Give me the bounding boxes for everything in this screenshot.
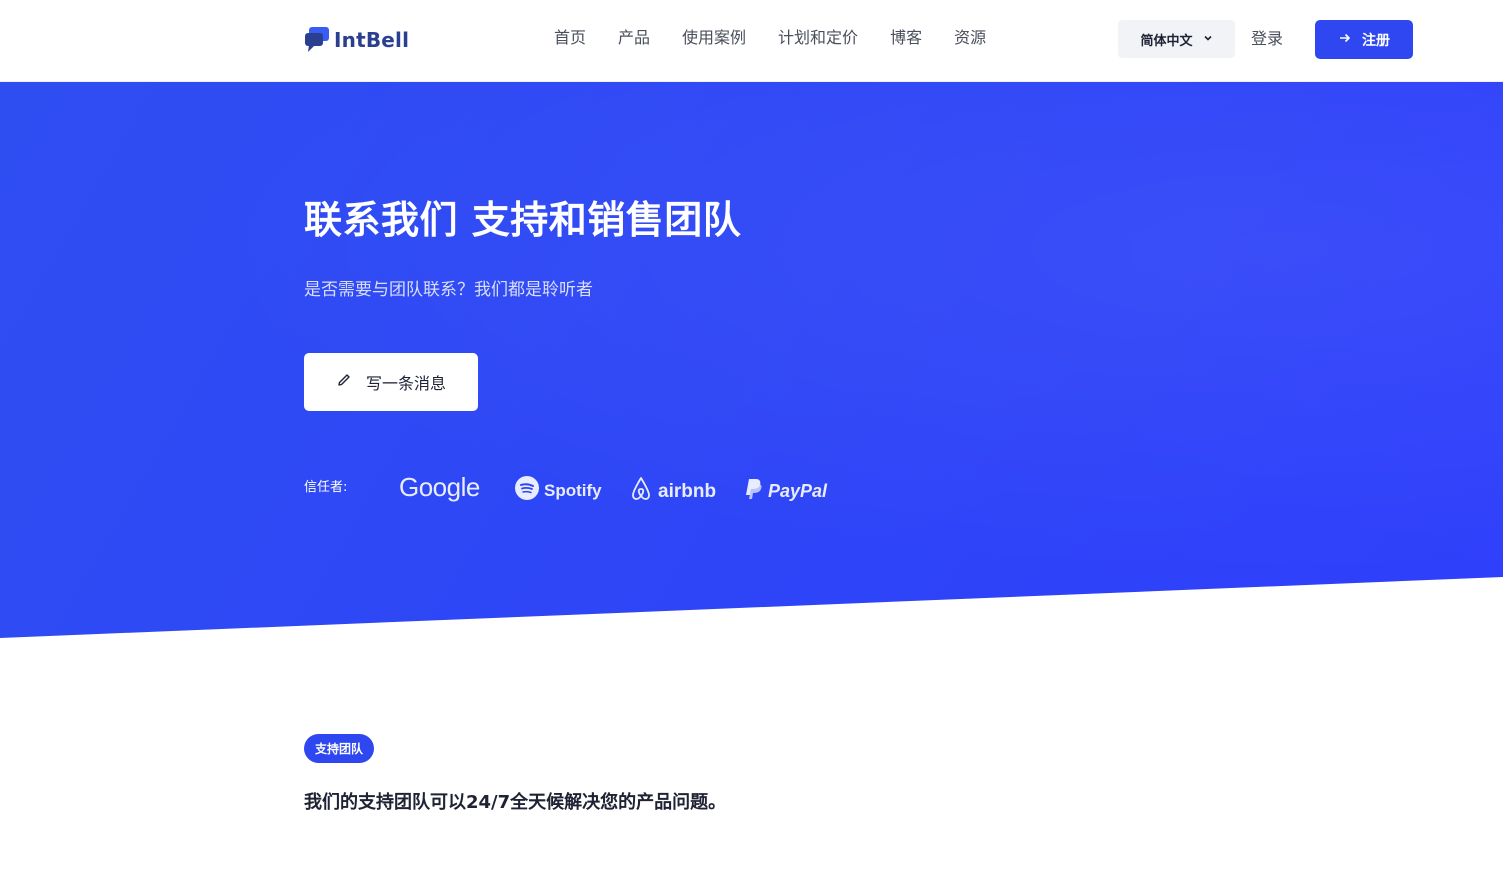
google-logo-text: Google — [399, 472, 480, 502]
support-team-badge: 支持团队 — [304, 734, 375, 763]
top-navbar: IntBell 首页 产品 使用案例 计划和定价 博客 资源 简体中文 登录 注… — [0, 0, 1503, 82]
trusted-by-label: 信任者: — [304, 480, 348, 495]
write-message-button[interactable]: 写一条消息 — [304, 353, 478, 411]
signup-button[interactable]: 注册 — [1315, 20, 1413, 59]
brand-logo[interactable]: IntBell — [304, 26, 409, 54]
language-selector[interactable]: 简体中文 — [1118, 20, 1235, 58]
login-link[interactable]: 登录 — [1251, 27, 1283, 51]
nav-item-use-cases[interactable]: 使用案例 — [682, 26, 746, 50]
write-message-label: 写一条消息 — [365, 374, 446, 393]
hero-title: 联系我们 支持和销售团队 — [304, 198, 742, 242]
google-logo: Google — [399, 472, 480, 503]
nav-item-products[interactable]: 产品 — [618, 26, 650, 50]
nav-item-pricing[interactable]: 计划和定价 — [778, 26, 858, 50]
language-label: 简体中文 — [1140, 33, 1193, 49]
hero-glow — [0, 82, 1503, 638]
paypal-icon — [744, 477, 764, 506]
main-nav: 首页 产品 使用案例 计划和定价 博客 资源 — [554, 26, 986, 50]
nav-item-resources[interactable]: 资源 — [954, 26, 986, 50]
nav-item-home[interactable]: 首页 — [554, 26, 586, 50]
arrow-right-icon — [1338, 31, 1352, 49]
pencil-icon — [336, 372, 352, 392]
paypal-logo: PayPal — [744, 477, 827, 506]
airbnb-logo-text: airbnb — [658, 481, 717, 502]
paypal-logo-text: PayPal — [768, 481, 828, 501]
airbnb-icon — [628, 475, 654, 509]
spotify-logo: Spotify — [514, 475, 602, 506]
support-description: 我们的支持团队可以24/7全天候解决您的产品问题。 — [304, 792, 727, 813]
airbnb-logo: airbnb — [628, 475, 716, 509]
spotify-icon — [514, 475, 540, 506]
hero-subtitle: 是否需要与团队联系？我们都是聆听者 — [304, 280, 593, 300]
spotify-logo-text: Spotify — [544, 480, 602, 500]
nav-item-blog[interactable]: 博客 — [890, 26, 922, 50]
hero-section — [0, 82, 1503, 638]
chevron-down-icon — [1203, 32, 1213, 47]
signup-label: 注册 — [1362, 32, 1390, 49]
chat-bubble-icon — [304, 26, 330, 54]
brand-name: IntBell — [334, 28, 410, 52]
